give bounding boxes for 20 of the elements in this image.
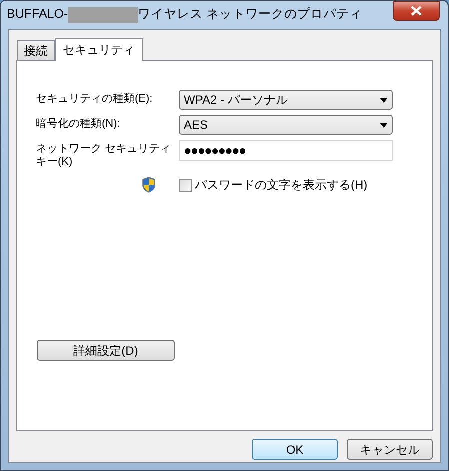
dropdown[interactable]: AES: [179, 115, 393, 135]
dialog-button[interactable]: OK: [252, 439, 338, 460]
close-icon: [411, 6, 422, 16]
caret-icon: [380, 122, 388, 128]
advanced-settings-button[interactable]: 詳細設定(D): [37, 340, 175, 361]
password-field[interactable]: ●●●●●●●●●: [179, 140, 393, 161]
close-button[interactable]: [393, 1, 440, 21]
field-label: 暗号化の種類(N):: [36, 116, 122, 131]
tab[interactable]: セキュリティ: [55, 38, 143, 61]
show-password-checkbox[interactable]: パスワードの文字を表示する(H): [179, 176, 368, 194]
checkbox[interactable]: [179, 178, 192, 192]
field-label: セキュリティの種類(E):: [36, 92, 154, 106]
field-label: ネットワーク セキュリティキー(K): [36, 142, 172, 169]
dropdown[interactable]: WPA2 - パーソナル: [179, 90, 393, 110]
tab[interactable]: 接続: [17, 40, 55, 60]
shield-icon: [142, 177, 156, 193]
dialog-button[interactable]: キャンセル: [347, 439, 433, 460]
window-title: BUFFALO-: [7, 6, 68, 24]
caret-icon: [380, 98, 388, 102]
window-title: ワイヤレス ネットワークのプロパティ: [138, 6, 363, 24]
